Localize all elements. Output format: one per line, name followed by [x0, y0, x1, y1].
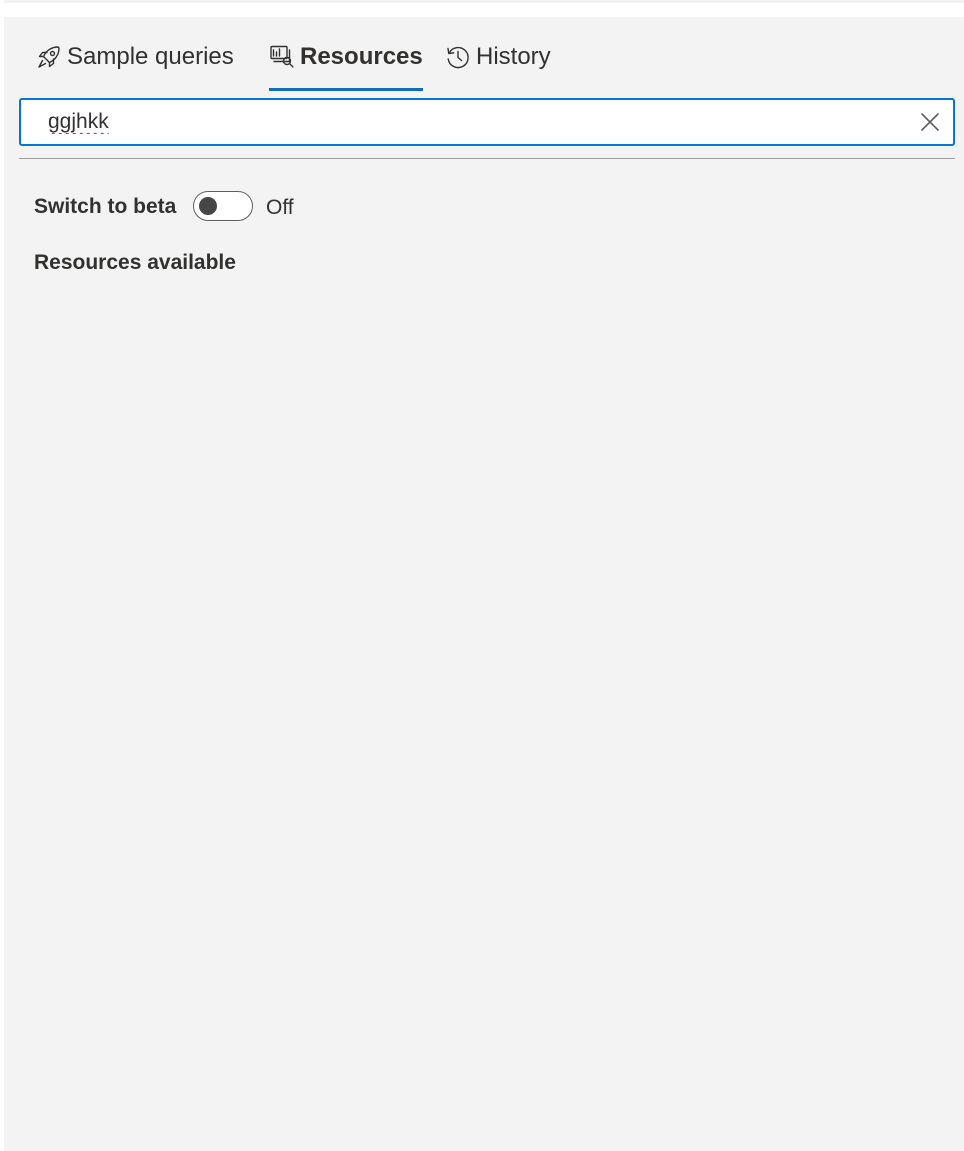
- resources-icon: [269, 37, 295, 77]
- beta-toggle-state: Off: [266, 196, 294, 219]
- tab-sample-queries[interactable]: Sample queries: [36, 37, 234, 91]
- tab-underline: [269, 88, 423, 91]
- resources-available-heading: Resources available: [34, 251, 236, 274]
- resource-search-box: [19, 98, 955, 146]
- toggle-knob: [199, 197, 217, 215]
- tab-history-label: History: [476, 43, 551, 70]
- beta-toggle[interactable]: [193, 191, 253, 221]
- tab-sample-queries-label: Sample queries: [67, 43, 234, 70]
- tab-resources[interactable]: Resources: [269, 37, 423, 91]
- top-strip: [4, 0, 964, 3]
- search-input[interactable]: [21, 100, 901, 144]
- tab-underline: [36, 88, 234, 91]
- divider: [19, 158, 955, 159]
- tab-list: Sample queries Resources History: [4, 17, 964, 91]
- tab-history[interactable]: History: [445, 37, 551, 91]
- query-sidebar-panel: Sample queries Resources History ggjhkk …: [4, 17, 964, 1151]
- tab-resources-label: Resources: [300, 43, 423, 70]
- rocket-icon: [36, 37, 62, 77]
- switch-to-beta-label: Switch to beta: [34, 195, 177, 218]
- tab-underline: [445, 88, 551, 91]
- history-icon: [445, 37, 471, 77]
- close-icon[interactable]: [919, 111, 941, 133]
